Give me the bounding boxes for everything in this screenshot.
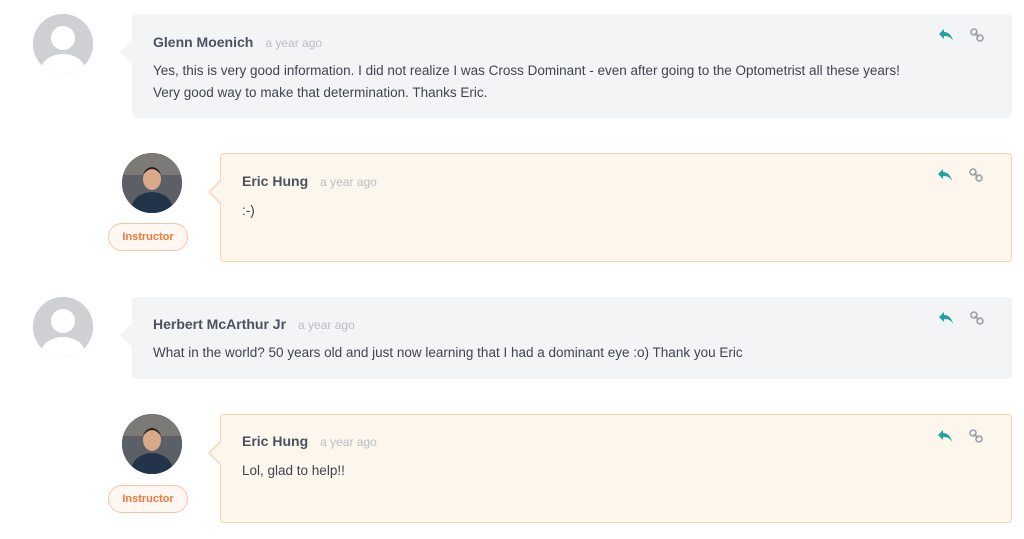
- user-avatar[interactable]: [33, 297, 93, 357]
- comment-actions: [937, 429, 983, 443]
- comment-text: :-): [242, 203, 255, 218]
- comment-text: What in the world? 50 years old and just…: [153, 345, 743, 360]
- instructor-avatar[interactable]: [122, 153, 182, 213]
- comment-actions: [938, 28, 984, 42]
- instructor-avatar[interactable]: [122, 414, 182, 474]
- comment-actions: [937, 168, 983, 182]
- instructor-badge: Instructor: [108, 223, 188, 251]
- link-icon[interactable]: [969, 168, 983, 182]
- comment-header: Eric Hung a year ago: [242, 433, 377, 451]
- user-placeholder-icon: [33, 14, 93, 74]
- link-icon[interactable]: [969, 429, 983, 443]
- reply-icon[interactable]: [938, 28, 954, 42]
- comment-actions: [938, 311, 984, 325]
- comment-header: Herbert McArthur Jr a year ago: [153, 316, 355, 334]
- comment-header: Eric Hung a year ago: [242, 173, 377, 191]
- timestamp[interactable]: a year ago: [265, 36, 322, 50]
- link-icon[interactable]: [970, 28, 984, 42]
- comment-box: Eric Hung a year ago Lol, glad to help!!: [208, 414, 1012, 523]
- user-placeholder-icon: [33, 297, 93, 357]
- instructor-photo: [122, 414, 182, 474]
- instructor-badge: Instructor: [108, 485, 188, 513]
- reply-icon[interactable]: [937, 168, 953, 182]
- reply-icon[interactable]: [937, 429, 953, 443]
- author-name[interactable]: Glenn Moenich: [153, 34, 253, 50]
- author-name[interactable]: Eric Hung: [242, 433, 308, 449]
- comment-box: Glenn Moenich a year ago Yes, this is ver…: [120, 14, 1012, 118]
- timestamp[interactable]: a year ago: [298, 318, 355, 332]
- comment-box: Eric Hung a year ago :-): [208, 153, 1012, 262]
- link-icon[interactable]: [970, 311, 984, 325]
- comment-text: Lol, glad to help!!: [242, 463, 345, 478]
- user-avatar[interactable]: [33, 14, 93, 74]
- timestamp[interactable]: a year ago: [320, 175, 377, 189]
- timestamp[interactable]: a year ago: [320, 435, 377, 449]
- comment-header: Glenn Moenich a year ago: [153, 34, 322, 52]
- comment-box: Herbert McArthur Jr a year ago What in th…: [120, 297, 1012, 379]
- instructor-photo: [122, 153, 182, 213]
- reply-icon[interactable]: [938, 311, 954, 325]
- author-name[interactable]: Herbert McArthur Jr: [153, 316, 286, 332]
- comment-text-line: Yes, this is very good information. I di…: [153, 63, 900, 78]
- comment-text: Yes, this is very good information. I di…: [153, 60, 972, 104]
- comment-text-line: Very good way to make that determination…: [153, 85, 488, 100]
- author-name[interactable]: Eric Hung: [242, 173, 308, 189]
